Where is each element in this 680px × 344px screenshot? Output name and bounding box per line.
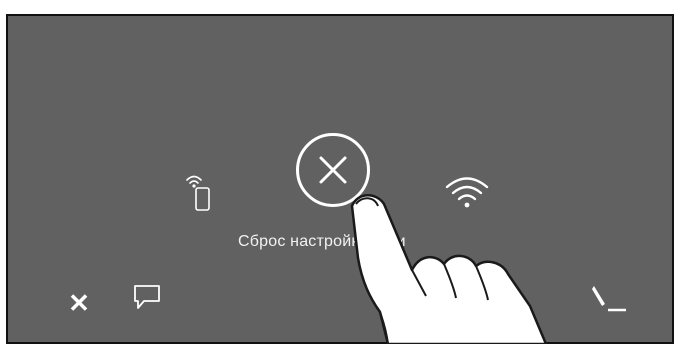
edit-pen-icon: [592, 286, 626, 312]
close-x-icon: ✕: [68, 288, 90, 318]
wifi-icon[interactable]: [444, 174, 490, 210]
close-button[interactable]: ✕: [64, 288, 94, 318]
edit-button[interactable]: [586, 280, 628, 316]
cancel-button[interactable]: [296, 133, 370, 207]
message-button[interactable]: [132, 282, 162, 312]
reset-network-label: Сброс настройки сети: [238, 233, 406, 250]
phone-wifi-icon[interactable]: [183, 170, 213, 216]
message-bubble-icon: [134, 285, 160, 309]
close-circle-icon: [319, 156, 347, 184]
